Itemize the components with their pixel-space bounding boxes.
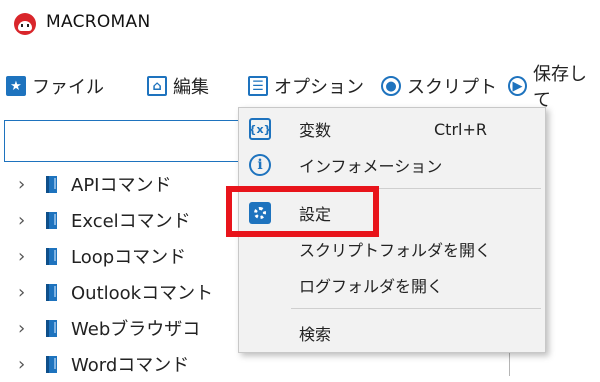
tree-item-excel[interactable]: › Excelコマンド <box>18 202 191 238</box>
tree-item-api[interactable]: › APIコマンド <box>18 166 171 202</box>
tree-item-label: Outlookコマント <box>71 283 214 304</box>
star-icon: ★ <box>6 76 26 96</box>
menu-file-label: ファイル <box>32 77 104 98</box>
menu-item-search[interactable]: 検索 <box>239 315 545 351</box>
menu-item-label: 検索 <box>299 325 332 344</box>
app-title: MACROMAN <box>46 12 151 32</box>
menu-item-variables[interactable]: {x} 変数 Ctrl+R <box>239 111 545 147</box>
tree-item-loop[interactable]: › Loopコマンド <box>18 238 186 274</box>
chevron-right-icon[interactable]: › <box>18 246 34 267</box>
title-bar: MACROMAN <box>0 0 600 50</box>
tree-item-label: Excelコマンド <box>71 211 191 232</box>
book-icon <box>46 247 57 265</box>
chevron-right-icon[interactable]: › <box>18 174 34 195</box>
home-icon: ⌂ <box>147 76 167 96</box>
menu-bar: ★ ファイル ⌂ 編集 ☰ オプション ● スクリプト ▶ 保存して <box>0 64 600 111</box>
menu-item-label: ログフォルダを開く <box>299 277 444 296</box>
tree-item-label: Wordコマンド <box>71 355 190 376</box>
menu-edit-label: 編集 <box>173 77 209 98</box>
menu-item-label: インフォメーション <box>299 157 443 176</box>
book-icon <box>46 211 57 229</box>
tree-item-word[interactable]: › Wordコマンド <box>18 346 189 382</box>
menu-script-label: スクリプト <box>407 77 497 98</box>
info-icon: i <box>249 154 271 176</box>
menu-edit[interactable]: ⌂ 編集 <box>147 68 209 104</box>
chevron-right-icon[interactable]: › <box>18 282 34 303</box>
book-icon <box>46 319 57 337</box>
menu-options[interactable]: ☰ オプション <box>248 68 364 104</box>
list-icon: ☰ <box>248 76 268 96</box>
chevron-right-icon[interactable]: › <box>18 318 34 339</box>
play-icon: ▶ <box>508 76 527 96</box>
app-logo-icon <box>14 13 36 35</box>
chevron-right-icon[interactable]: › <box>18 354 34 375</box>
menu-separator <box>291 308 541 309</box>
chevron-right-icon[interactable]: › <box>18 210 34 231</box>
menu-save-label: 保存して <box>533 64 587 111</box>
menu-item-label: スクリプトフォルダを開く <box>299 241 492 260</box>
tree-item-outlook[interactable]: › Outlookコマント <box>18 274 213 310</box>
menu-file[interactable]: ★ ファイル <box>6 68 104 104</box>
book-icon <box>46 175 57 193</box>
record-icon: ● <box>381 76 401 96</box>
menu-save[interactable]: ▶ 保存して <box>508 64 600 111</box>
menu-options-label: オプション <box>274 77 364 98</box>
shortcut-label: Ctrl+R <box>434 119 487 139</box>
tree-item-label: Webブラウザコ <box>71 319 201 340</box>
book-icon <box>46 283 57 301</box>
settings-highlight-box <box>226 186 379 237</box>
tree-item-web[interactable]: › Webブラウザコ <box>18 310 200 346</box>
book-icon <box>46 355 57 373</box>
tree-item-label: APIコマンド <box>71 175 172 196</box>
tree-item-label: Loopコマンド <box>71 247 187 268</box>
menu-item-information[interactable]: i インフォメーション <box>239 147 545 183</box>
menu-script[interactable]: ● スクリプト <box>381 68 497 104</box>
menu-item-open-log-folder[interactable]: ログフォルダを開く <box>239 267 545 303</box>
variable-icon: {x} <box>249 118 271 140</box>
menu-item-label: 変数 <box>299 121 332 140</box>
